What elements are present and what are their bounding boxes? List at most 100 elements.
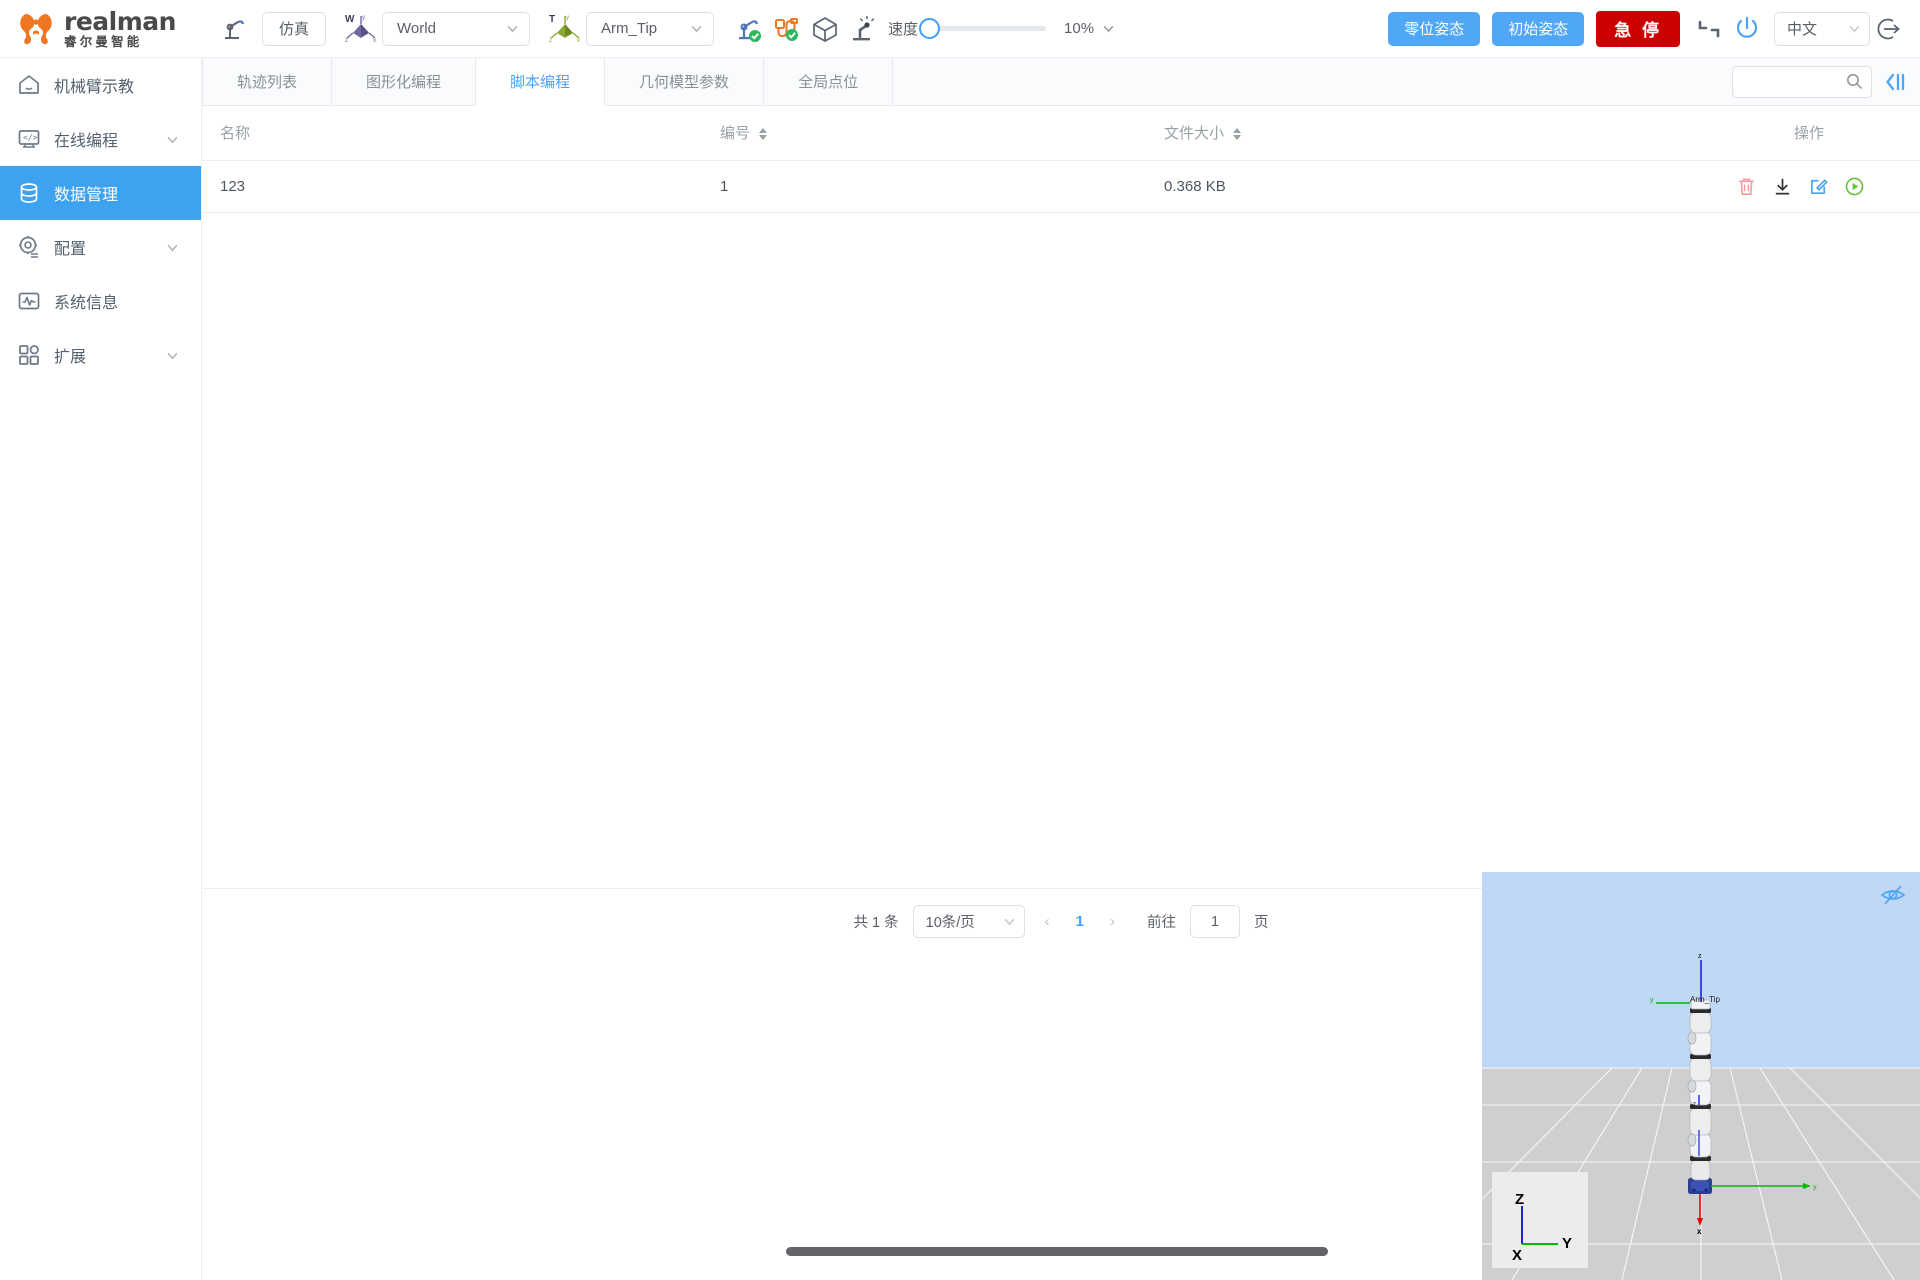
robot-arm-teach-icon[interactable] [214, 10, 252, 48]
sidebar-item-teach[interactable]: 机械臂示教 [0, 58, 201, 112]
column-header-filesize[interactable]: 文件大小 [1146, 106, 1590, 161]
world-frame-value: World [397, 20, 436, 37]
world-frame-group: W y z x World [344, 11, 531, 46]
world-frame-tag: W [345, 13, 355, 25]
axis-gizmo[interactable]: Z Y X [1492, 1172, 1588, 1268]
sort-toggle-number[interactable] [759, 128, 768, 141]
run-icon[interactable] [1844, 176, 1865, 197]
speed-slider-handle[interactable] [919, 18, 941, 39]
tab-script-programming[interactable]: 脚本编程 [476, 58, 606, 106]
zero-pose-button[interactable]: 零位姿态 [1388, 11, 1481, 46]
sidebar-item-extensions[interactable]: 扩展 [0, 328, 201, 382]
goto-label: 前往 [1146, 915, 1176, 931]
column-header-operations: 操作 [1590, 106, 1920, 161]
tool-frame-group: T y z x Arm_Tip [548, 11, 715, 46]
column-label: 文件大小 [1164, 125, 1225, 143]
table-row[interactable]: 123 1 0.368 KB [202, 160, 1920, 213]
chevron-down-icon [507, 25, 518, 33]
download-icon[interactable] [1772, 176, 1793, 197]
code-icon: </> [16, 126, 42, 152]
power-icon[interactable] [1728, 10, 1766, 48]
chevron-down-icon [1849, 25, 1860, 33]
home-icon [16, 72, 42, 98]
sidebar-item-config[interactable]: 配置 [0, 220, 201, 274]
cell-operations [1590, 160, 1920, 213]
tool-frame-select[interactable]: Arm_Tip [586, 11, 715, 46]
search-box[interactable] [1732, 65, 1872, 98]
language-value: 中文 [1787, 21, 1818, 38]
gizmo-y-label: Y [1562, 1235, 1572, 1252]
collision-detect-icon[interactable] [844, 10, 882, 48]
table-header-row: 名称 编号 文件大小 操作 [202, 106, 1920, 161]
next-page-button[interactable]: › [1104, 913, 1121, 930]
tip-axis-y-label: y [1650, 997, 1654, 1004]
sidebar: 机械臂示教 </> 在线编程 数据管理 配置 系统信息 扩展 [0, 58, 202, 1280]
simulation-mode-button[interactable]: 仿真 [262, 11, 327, 46]
cable-connected-icon[interactable] [768, 10, 806, 48]
horizontal-scrollbar[interactable] [786, 1247, 1328, 1256]
page-number-1[interactable]: 1 [1070, 913, 1090, 930]
sidebar-item-label: 在线编程 [54, 133, 119, 150]
script-file-table: 名称 编号 文件大小 操作 123 1 0.368 KB [202, 106, 1920, 213]
tab-bar: 轨迹列表 图形化编程 脚本编程 几何模型参数 全局点位 [202, 58, 1920, 106]
gear-icon [16, 234, 42, 260]
goto-page-input[interactable] [1189, 905, 1240, 938]
robot-3d-viewport[interactable]: y x z y z Arm_Tip Z Y X [1482, 872, 1920, 1280]
language-select[interactable]: 中文 [1774, 11, 1870, 46]
sidebar-item-data-management[interactable]: 数据管理 [0, 166, 201, 220]
tab-graphical-programming[interactable]: 图形化编程 [332, 58, 477, 105]
page-unit-label: 页 [1253, 915, 1269, 931]
disconnect-icon[interactable] [1690, 10, 1728, 48]
column-header-number[interactable]: 编号 [702, 106, 1146, 161]
edit-icon[interactable] [1808, 176, 1829, 197]
delete-icon[interactable] [1736, 176, 1757, 197]
chevron-down-icon[interactable] [1102, 22, 1115, 35]
sidebar-item-online-programming[interactable]: </> 在线编程 [0, 112, 201, 166]
tab-global-points[interactable]: 全局点位 [764, 58, 894, 105]
arm-tip-label: Arm_Tip [1690, 995, 1720, 1004]
prev-page-button[interactable]: ‹ [1039, 913, 1056, 930]
collapse-panel-icon[interactable] [1884, 70, 1908, 94]
sidebar-item-label: 数据管理 [54, 187, 119, 204]
sidebar-item-label: 系统信息 [54, 295, 119, 312]
tool-frame-value: Arm_Tip [601, 20, 658, 37]
page-size-select[interactable]: 10条/页 [912, 905, 1025, 938]
svg-text:z: z [1693, 1102, 1696, 1108]
svg-text:x: x [577, 38, 580, 44]
column-label: 操作 [1793, 125, 1824, 143]
search-icon[interactable] [1846, 73, 1863, 90]
init-pose-button[interactable]: 初始姿态 [1492, 11, 1585, 46]
svg-text:z: z [345, 38, 348, 44]
cube-model-icon[interactable] [806, 10, 844, 48]
logout-icon[interactable] [1870, 10, 1908, 48]
cell-number: 1 [702, 160, 1146, 213]
coordinate-frame-icon: T y z x [548, 12, 582, 46]
sidebar-item-label: 扩展 [54, 349, 87, 366]
simulation-mode-label: 仿真 [279, 21, 310, 38]
logo-text-cn: 睿尔曼智能 [64, 34, 143, 49]
search-input[interactable] [1743, 73, 1846, 90]
speed-label: 速度 [888, 21, 919, 38]
hide-eye-icon[interactable] [1880, 882, 1906, 908]
speed-percent: 10% [1064, 20, 1095, 37]
tab-trajectory-list[interactable]: 轨迹列表 [202, 58, 333, 105]
world-frame-select[interactable]: World [382, 11, 531, 46]
svg-text:</>: </> [23, 133, 38, 142]
sort-toggle-filesize[interactable] [1233, 128, 1242, 141]
emergency-stop-button[interactable]: 急 停 [1596, 10, 1680, 47]
logo-text-en: realman [64, 6, 176, 36]
robot-arm-model [1687, 999, 1712, 1194]
chevron-down-icon [1004, 918, 1015, 926]
pagination-total: 共 1 条 [853, 915, 899, 931]
sidebar-item-system-info[interactable]: 系统信息 [0, 274, 201, 328]
robot-connected-icon[interactable] [730, 10, 768, 48]
cell-name: 123 [202, 160, 702, 213]
tab-geometry-model-params[interactable]: 几何模型参数 [605, 58, 765, 105]
column-label: 编号 [720, 125, 751, 143]
speed-slider[interactable] [919, 18, 1047, 39]
sidebar-item-label: 配置 [54, 241, 87, 258]
cell-filesize: 0.368 KB [1146, 160, 1590, 213]
coordinate-frame-icon: W y z x [344, 12, 378, 46]
svg-text:y: y [566, 15, 569, 21]
svg-text:x: x [373, 38, 376, 44]
